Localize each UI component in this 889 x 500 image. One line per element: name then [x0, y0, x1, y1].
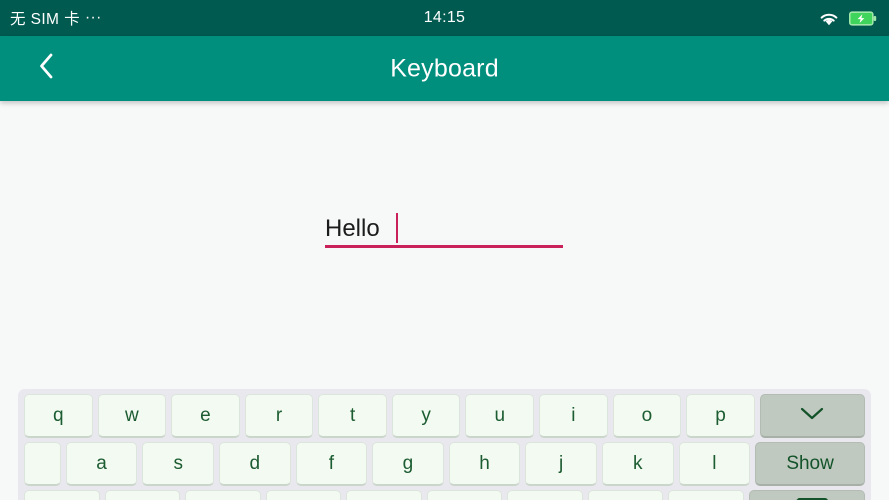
key-x[interactable]: x [185, 490, 261, 500]
key-y[interactable]: y [391, 394, 461, 438]
key-k[interactable]: k [601, 442, 674, 486]
status-bar-right [818, 10, 877, 27]
wifi-icon [818, 10, 840, 27]
key-l[interactable]: l [678, 442, 751, 486]
key-q[interactable]: q [24, 394, 93, 438]
keyboard-row-1: q w e r t y u i o p [24, 394, 865, 438]
key-u[interactable]: u [465, 394, 535, 438]
key-n[interactable]: n [507, 490, 583, 500]
chevron-down-icon [797, 404, 827, 428]
key-w[interactable]: w [97, 394, 167, 438]
key-spacer-left [24, 442, 61, 486]
key-s[interactable]: s [142, 442, 214, 486]
key-p[interactable]: p [686, 394, 755, 438]
key-show[interactable]: Show [755, 442, 866, 486]
keyboard-row-3: - z x c v b n m • [24, 490, 865, 500]
key-backspace[interactable] [748, 490, 865, 500]
key-z[interactable]: z [104, 490, 181, 500]
key-o[interactable]: o [612, 394, 682, 438]
content-area: Hello q w e r t y u i o p a s d f g h j … [0, 101, 889, 500]
on-screen-keyboard: q w e r t y u i o p a s d f g h j k l Sh… [18, 389, 871, 500]
key-period[interactable]: • [668, 490, 744, 500]
key-hyphen[interactable]: - [24, 490, 100, 500]
status-bar-clock: 14:15 [423, 9, 466, 26]
key-r[interactable]: r [244, 394, 314, 438]
key-f[interactable]: f [295, 442, 368, 486]
key-m[interactable]: m [587, 490, 664, 500]
key-i[interactable]: i [539, 394, 608, 438]
key-e[interactable]: e [171, 394, 240, 438]
key-v[interactable]: v [346, 490, 422, 500]
key-t[interactable]: t [318, 394, 387, 438]
key-a[interactable]: a [65, 442, 138, 486]
text-caret [396, 213, 399, 243]
key-b[interactable]: b [426, 490, 503, 500]
backspace-icon [785, 496, 829, 500]
key-g[interactable]: g [372, 442, 444, 486]
key-d[interactable]: d [218, 442, 291, 486]
key-h[interactable]: h [448, 442, 521, 486]
text-input-field[interactable]: Hello [325, 205, 563, 248]
keyboard-row-2: a s d f g h j k l Show [24, 442, 866, 486]
page-title: Keyboard [390, 54, 499, 82]
app-bar: Keyboard [0, 36, 889, 101]
phone-screen: 无 SIM 卡 ··· 14:15 Keyboard Hello q w e r… [0, 0, 889, 500]
battery-charging-icon [849, 10, 877, 26]
key-j[interactable]: j [525, 442, 597, 486]
status-bar: 无 SIM 卡 ··· 14:15 [0, 0, 889, 36]
key-hide-keyboard[interactable] [759, 394, 865, 438]
key-c[interactable]: c [265, 490, 342, 500]
text-input-value: Hello [325, 215, 387, 242]
